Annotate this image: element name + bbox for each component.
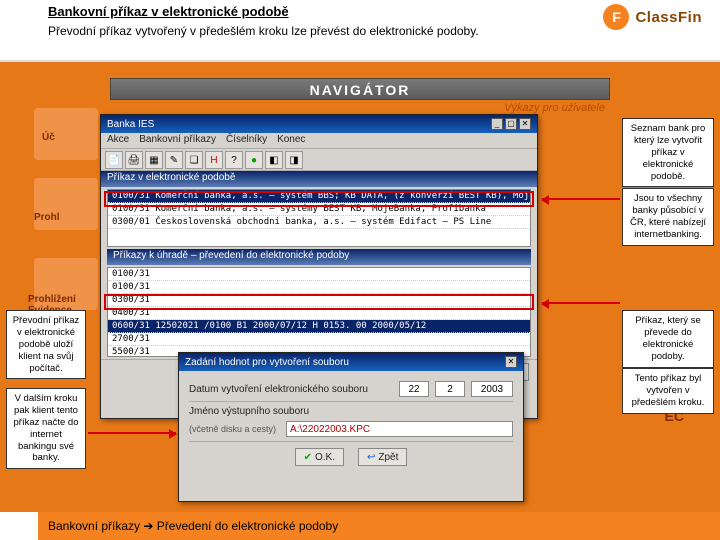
- page-title[interactable]: Bankovní příkaz v elektronické podobě: [48, 4, 289, 19]
- list-item[interactable]: 0100/31 Komerční banka, a.s. – systémy B…: [108, 203, 530, 216]
- close-button[interactable]: ✕: [505, 356, 517, 368]
- bg-tile-label: Prohl: [34, 212, 60, 223]
- toolbar-print-icon[interactable]: 🖨: [125, 151, 143, 169]
- export-dialog: Zadání hodnot pro vytvoření souboru ✕ Da…: [178, 352, 524, 502]
- breadcrumb: Bankovní příkazy ➔ Převedení do elektron…: [0, 512, 720, 540]
- window-title: Banka IES: [107, 119, 154, 130]
- menu-item[interactable]: Konec: [277, 134, 305, 147]
- toolbar-right-icon[interactable]: ◨: [285, 151, 303, 169]
- toolbar-help-icon[interactable]: ?: [225, 151, 243, 169]
- panel-title: Příkazy k úhradě – převedení do elektron…: [107, 249, 531, 265]
- list-item[interactable]: 2700/31: [108, 333, 530, 346]
- field-label: Jméno výstupního souboru: [189, 406, 309, 417]
- dialog-title: Zadání hodnot pro vytvoření souboru: [185, 357, 349, 368]
- menubar: Akce Bankovní příkazy Číselníky Konec: [101, 133, 537, 149]
- panel-title: Příkaz v elektronické podobě: [101, 171, 537, 187]
- navigator-bar: NAVIGÁTOR: [110, 78, 610, 100]
- toolbar-edit-icon[interactable]: ✎: [165, 151, 183, 169]
- brand-logo-text: ClassFin: [635, 9, 702, 26]
- toolbar-new-icon[interactable]: 📄: [105, 151, 123, 169]
- maximize-button[interactable]: ▢: [505, 118, 517, 130]
- callout-note: V dalším kroku pak klient tento příkaz n…: [6, 388, 86, 469]
- list-item[interactable]: 0100/31 Komerční banka, a.s. – systém BB…: [108, 190, 530, 203]
- list-item[interactable]: 0400/31: [108, 307, 530, 320]
- menu-item[interactable]: Číselníky: [226, 134, 267, 147]
- brand-logo: F ClassFin: [603, 4, 702, 30]
- filepath-input[interactable]: [286, 421, 513, 437]
- minimize-button[interactable]: _: [491, 118, 503, 130]
- toolbar-dot-icon[interactable]: ●: [245, 151, 263, 169]
- date-year-input[interactable]: [471, 381, 513, 397]
- bank-list[interactable]: 0100/31 Komerční banka, a.s. – systém BB…: [107, 189, 531, 247]
- list-item[interactable]: 0100/31: [108, 268, 530, 281]
- callout-arrow: [542, 302, 620, 304]
- toolbar: 📄 🖨 ▦ ✎ ❏ H ? ● ◧ ◨: [101, 149, 537, 171]
- callout-note: Převodní příkaz v elektronické podobě ul…: [6, 310, 86, 379]
- callout-arrow: [88, 432, 176, 434]
- close-button[interactable]: ✕: [519, 118, 531, 130]
- menu-item[interactable]: Bankovní příkazy: [139, 134, 216, 147]
- list-item[interactable]: 0100/31: [108, 281, 530, 294]
- window-titlebar[interactable]: Banka IES _ ▢ ✕: [101, 115, 537, 133]
- field-label: Datum vytvoření elektronického souboru: [189, 384, 368, 395]
- breadcrumb-lead: [0, 512, 38, 540]
- date-day-input[interactable]: [399, 381, 429, 397]
- field-hint: (včetně disku a cesty): [189, 424, 276, 434]
- stage: Úč Prohl Prohlížení Evidence EC NAVIGÁTO…: [0, 62, 720, 540]
- breadcrumb-text: Bankovní příkazy ➔ Převedení do elektron…: [48, 519, 338, 533]
- ok-button[interactable]: ✔O.K.: [295, 448, 344, 466]
- page-header: Bankovní příkaz v elektronické podobě Př…: [0, 0, 720, 62]
- navigator-subtitle: Výkazy pro uživatele: [504, 102, 605, 114]
- dialog-titlebar[interactable]: Zadání hodnot pro vytvoření souboru ✕: [179, 353, 523, 371]
- order-list[interactable]: 0100/31 0100/31 0300/31: [107, 267, 531, 357]
- bg-tile-label: Úč: [42, 132, 55, 143]
- toolbar-copy-icon[interactable]: ❏: [185, 151, 203, 169]
- menu-item[interactable]: Akce: [107, 134, 129, 147]
- callout-note: Tento příkaz byl vytvořen v předešlém kr…: [622, 368, 714, 414]
- callout-note: Seznam bank pro který lze vytvořit příka…: [622, 118, 714, 187]
- divider: [189, 441, 513, 442]
- toolbar-left-icon[interactable]: ◧: [265, 151, 283, 169]
- callout-note: Jsou to všechny banky působící v ČR, kte…: [622, 188, 714, 246]
- list-item[interactable]: 0300/31: [108, 294, 530, 307]
- divider: [189, 401, 513, 402]
- check-icon: ✔: [304, 452, 312, 463]
- toolbar-h-icon[interactable]: H: [205, 151, 223, 169]
- back-button[interactable]: ↩Zpět: [358, 448, 407, 466]
- list-item[interactable]: 0300/01 Československá obchodní banka, a…: [108, 216, 530, 229]
- callout-note: Příkaz, který se převede do elektronické…: [622, 310, 714, 368]
- toolbar-grid-icon[interactable]: ▦: [145, 151, 163, 169]
- callout-arrow: [542, 198, 620, 200]
- date-month-input[interactable]: [435, 381, 465, 397]
- brand-logo-icon: F: [603, 4, 629, 30]
- list-item[interactable]: 0600/31 12502021 /0100 B1 2000/07/12 H 0…: [108, 320, 530, 333]
- back-icon: ↩: [367, 452, 375, 463]
- page-subtitle: Převodní příkaz vytvořený v předešlém kr…: [48, 24, 479, 38]
